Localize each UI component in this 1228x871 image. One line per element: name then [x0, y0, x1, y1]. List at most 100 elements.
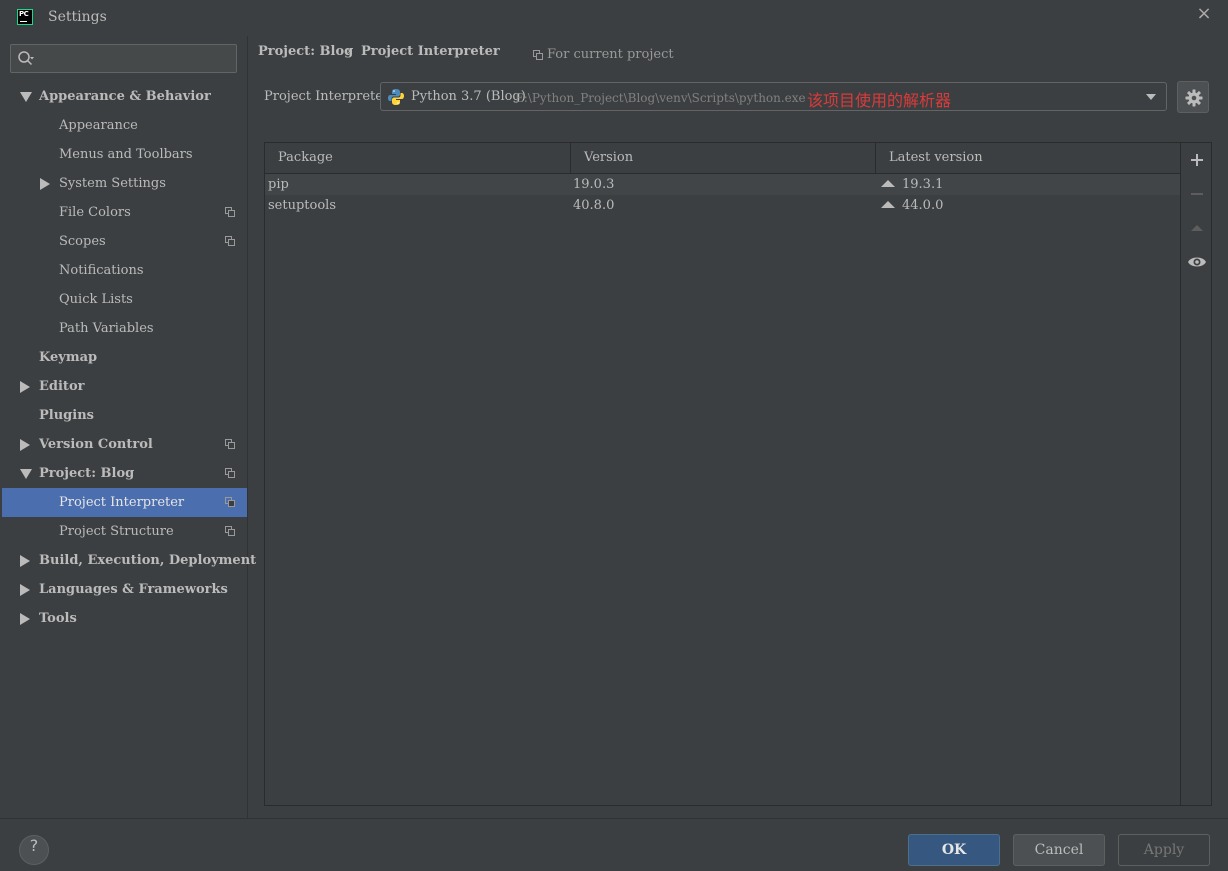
- column-header-package[interactable]: Package: [265, 143, 570, 173]
- apply-button[interactable]: Apply: [1118, 834, 1210, 866]
- close-icon[interactable]: ×: [1192, 3, 1216, 27]
- python-icon: [388, 89, 404, 105]
- window-title: Settings: [48, 9, 107, 25]
- breadcrumb-separator: ›: [346, 44, 352, 59]
- project-level-icon: [225, 207, 235, 217]
- project-level-icon: [225, 526, 235, 536]
- sidebar-item-label: Appearance: [59, 118, 138, 133]
- sidebar-item-label: Version Control: [39, 437, 153, 452]
- table-header: Package Version Latest version: [265, 143, 1180, 174]
- sidebar-item-plugins[interactable]: Plugins: [0, 401, 247, 430]
- project-level-icon: [225, 439, 235, 449]
- show-early-releases-button[interactable]: [1181, 247, 1212, 277]
- sidebar-item-quick-lists[interactable]: Quick Lists: [0, 285, 247, 314]
- sidebar-item-project-blog[interactable]: Project: Blog: [0, 459, 247, 488]
- logo-text: PC: [19, 10, 29, 18]
- upgrade-package-button[interactable]: [1181, 213, 1212, 243]
- sidebar-item-version-control[interactable]: Version Control: [0, 430, 247, 459]
- sidebar-item-label: Project: Blog: [39, 466, 135, 481]
- collapse-arrow-icon[interactable]: [20, 555, 30, 567]
- package-name: pip: [268, 177, 289, 192]
- interpreter-path: E:\Python_Project\Blog\venv\Scripts\pyth…: [515, 91, 806, 105]
- sidebar-item-label: Menus and Toolbars: [59, 147, 193, 162]
- collapse-arrow-icon[interactable]: [20, 613, 30, 625]
- sidebar-item-label: Editor: [39, 379, 85, 394]
- chevron-down-icon[interactable]: [1146, 94, 1156, 100]
- package-name: setuptools: [268, 198, 336, 213]
- sidebar-item-label: Languages & Frameworks: [39, 582, 228, 597]
- sidebar-item-label: Notifications: [59, 263, 144, 278]
- package-table: Package Version Latest version pip 19.0.…: [264, 142, 1212, 806]
- sidebar-item-label: Project Interpreter: [59, 495, 185, 510]
- sidebar-item-path-variables[interactable]: Path Variables: [0, 314, 247, 343]
- project-level-icon: [225, 468, 235, 478]
- title-bar: PC Settings ×: [0, 0, 1228, 36]
- sidebar-item-languages-frameworks[interactable]: Languages & Frameworks: [0, 575, 247, 604]
- project-scope-icon: [533, 50, 543, 60]
- interpreter-settings-button[interactable]: [1177, 81, 1209, 113]
- sidebar-item-label: Plugins: [39, 408, 94, 423]
- upgrade-arrow-icon: [881, 180, 895, 187]
- sidebar-item-project-interpreter[interactable]: Project Interpreter: [2, 488, 247, 517]
- ok-button[interactable]: OK: [908, 834, 1000, 866]
- interpreter-dropdown[interactable]: Python 3.7 (Blog) E:\Python_Project\Blog…: [380, 82, 1167, 111]
- sidebar-item-label: Path Variables: [59, 321, 154, 336]
- collapse-arrow-icon[interactable]: [20, 381, 30, 393]
- column-header-version[interactable]: Version: [570, 143, 875, 173]
- settings-search-input[interactable]: [10, 44, 237, 73]
- sidebar-item-tools[interactable]: Tools: [0, 604, 247, 633]
- sidebar-item-label: File Colors: [59, 205, 131, 220]
- sidebar-item-label: Tools: [39, 611, 77, 626]
- minus-icon: [1191, 193, 1203, 195]
- latest-version-value: 19.3.1: [902, 177, 944, 192]
- sidebar-item-editor[interactable]: Editor: [0, 372, 247, 401]
- breadcrumb-parent[interactable]: Project: Blog: [258, 44, 353, 59]
- latest-version: 44.0.0: [881, 195, 943, 216]
- sidebar-item-scopes[interactable]: Scopes: [0, 227, 247, 256]
- latest-version: 19.3.1: [881, 174, 943, 195]
- package-version: 19.0.3: [573, 177, 615, 192]
- sidebar-item-menus-and-toolbars[interactable]: Menus and Toolbars: [0, 140, 247, 169]
- package-version: 40.8.0: [573, 198, 615, 213]
- sidebar-item-file-colors[interactable]: File Colors: [0, 198, 247, 227]
- latest-version-value: 44.0.0: [902, 198, 944, 213]
- dialog-footer: ? OK Cancel Apply: [0, 818, 1228, 871]
- sidebar-item-build-execution-deployment[interactable]: Build, Execution, Deployment: [0, 546, 256, 575]
- table-row[interactable]: pip 19.0.3 19.3.1: [265, 174, 1180, 195]
- column-header-latest-version[interactable]: Latest version: [875, 143, 1180, 173]
- sidebar-item-label: Project Structure: [59, 524, 174, 539]
- sidebar-item-notifications[interactable]: Notifications: [0, 256, 247, 285]
- package-toolbar: [1180, 143, 1211, 805]
- remove-package-button[interactable]: [1181, 179, 1212, 209]
- help-button[interactable]: ?: [19, 835, 49, 865]
- sidebar-item-appearance-behavior[interactable]: Appearance & Behavior: [0, 82, 247, 111]
- cancel-button[interactable]: Cancel: [1013, 834, 1105, 866]
- collapse-arrow-icon[interactable]: [20, 584, 30, 596]
- expand-arrow-icon[interactable]: [20, 469, 32, 479]
- sidebar-item-appearance[interactable]: Appearance: [0, 111, 247, 140]
- interpreter-label: Project Interpreter:: [264, 89, 394, 104]
- sidebar-item-label: Keymap: [39, 350, 98, 365]
- sidebar-item-project-structure[interactable]: Project Structure: [0, 517, 247, 546]
- plus-icon: [1191, 154, 1203, 166]
- interpreter-annotation: 该项目使用的解析器: [807, 91, 952, 110]
- collapse-arrow-icon[interactable]: [40, 178, 50, 190]
- scope-label: For current project: [547, 47, 674, 62]
- expand-arrow-icon[interactable]: [20, 92, 32, 102]
- sidebar-item-label: Quick Lists: [59, 292, 133, 307]
- sidebar-item-label: System Settings: [59, 176, 166, 191]
- sidebar-item-label: Scopes: [59, 234, 106, 249]
- upgrade-icon: [1191, 225, 1203, 231]
- table-row[interactable]: setuptools 40.8.0 44.0.0: [265, 195, 1180, 216]
- breadcrumb-current: Project Interpreter: [361, 44, 500, 59]
- upgrade-arrow-icon: [881, 201, 895, 208]
- sidebar-item-system-settings[interactable]: System Settings: [0, 169, 247, 198]
- project-level-icon: [225, 236, 235, 246]
- eye-icon: [1188, 257, 1206, 267]
- add-package-button[interactable]: [1181, 145, 1212, 175]
- search-icon: [18, 51, 34, 66]
- interpreter-name: Python 3.7 (Blog): [411, 89, 526, 104]
- collapse-arrow-icon[interactable]: [20, 439, 30, 451]
- sidebar-item-keymap[interactable]: Keymap: [0, 343, 247, 372]
- pycharm-logo-icon: PC: [17, 9, 33, 25]
